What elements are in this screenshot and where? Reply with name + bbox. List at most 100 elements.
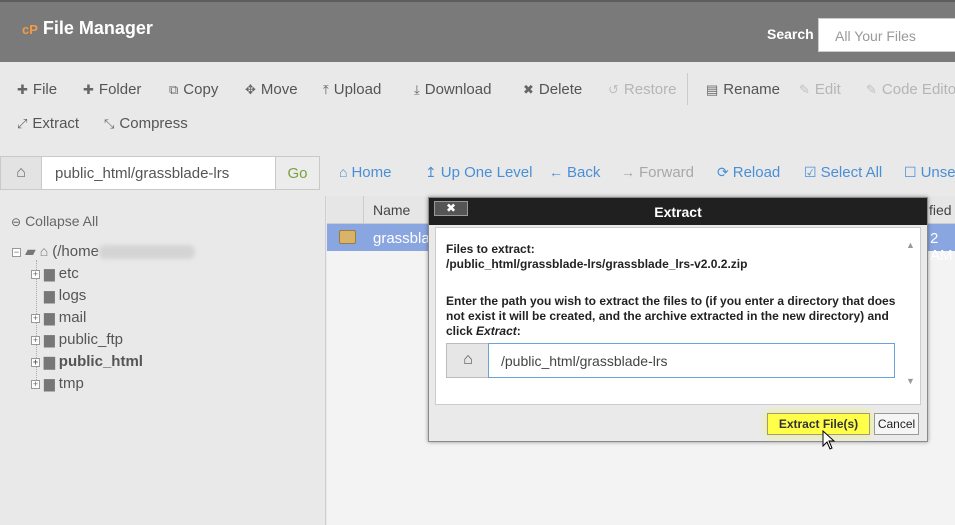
- toolbar-download-button[interactable]: ⤓ Download: [414, 81, 491, 98]
- expand-toggle-icon[interactable]: +: [31, 313, 40, 323]
- plus-icon: ✚: [17, 82, 28, 97]
- cancel-button[interactable]: Cancel: [874, 413, 919, 435]
- restore-icon: ↺: [608, 82, 619, 97]
- tree-item-public-ftp[interactable]: + ▆ public_ftp: [31, 331, 123, 348]
- toolbar-extract-button[interactable]: ⤢ Extract: [17, 115, 79, 132]
- tree-item-tmp[interactable]: + ▆ tmp: [31, 375, 84, 392]
- download-icon: ⤓: [414, 82, 420, 97]
- scroll-up-icon[interactable]: ▲: [906, 240, 915, 250]
- search-label: Search: [767, 26, 814, 42]
- collapse-all-label: Collapse All: [25, 213, 99, 229]
- plus-icon: ✚: [83, 82, 94, 97]
- tree-item-mail[interactable]: + ▆ mail: [31, 309, 86, 326]
- column-modified-header[interactable]: fied: [929, 202, 952, 218]
- toolbar-button-label: Extract: [32, 115, 80, 132]
- tree-item-label: logs: [58, 287, 87, 304]
- tree-item-etc[interactable]: + ▆ etc: [31, 265, 79, 282]
- dialog-body: Files to extract: /public_html/grassblad…: [435, 227, 921, 405]
- search-scope-select[interactable]: All Your Files: [818, 18, 955, 52]
- nav-home-button[interactable]: ⌂ Home: [339, 164, 391, 181]
- close-icon[interactable]: ✖: [434, 201, 468, 216]
- scroll-down-icon[interactable]: ▼: [906, 376, 915, 386]
- tree-item-label: tmp: [58, 375, 84, 392]
- expand-toggle-icon[interactable]: +: [31, 269, 40, 279]
- nav-up-one-level-button[interactable]: ↥ Up One Level: [425, 164, 532, 181]
- collapse-all-button[interactable]: ⊖ Collapse All: [11, 213, 98, 229]
- column-divider: [363, 196, 364, 224]
- toolbar-button-label: Folder: [98, 81, 142, 98]
- nav-forward-button[interactable]: → Forward: [621, 164, 694, 181]
- tree-root[interactable]: − ▰ ⌂ (/home: [12, 243, 195, 260]
- dialog-scrollbar[interactable]: ▲ ▼: [904, 230, 918, 402]
- toolbar-edit-button[interactable]: ✎ Edit: [799, 81, 841, 98]
- reload-icon: ⟳: [717, 164, 729, 180]
- tree-item-logs[interactable]: ▆ logs: [44, 287, 86, 304]
- file-name: grassbla: [373, 230, 430, 247]
- tree-item-label: public_html: [58, 353, 143, 370]
- nav-label: Unsel: [920, 164, 955, 181]
- collapse-toggle-icon[interactable]: −: [12, 247, 21, 257]
- pencil-icon: ✎: [799, 82, 810, 97]
- square-icon: ☐: [904, 164, 917, 180]
- toolbar-copy-button[interactable]: ⧉ Copy: [169, 81, 218, 98]
- extract-path-input[interactable]: /public_html/grassblade-lrs: [488, 343, 895, 378]
- app-logo[interactable]: cP File Manager: [22, 18, 153, 39]
- expand-toggle-icon[interactable]: +: [31, 379, 40, 389]
- toolbar-button-label: Edit: [814, 81, 841, 98]
- toolbar-button-label: Upload: [333, 81, 382, 98]
- toolbar-file-button[interactable]: ✚ File: [17, 81, 57, 98]
- files-to-extract-label: Files to extract:: [446, 242, 535, 256]
- path-input[interactable]: public_html/grassblade-lrs: [41, 156, 276, 190]
- toolbar-compress-button[interactable]: ⤡ Compress: [104, 115, 188, 132]
- toolbar-button-label: File: [32, 81, 58, 98]
- nav-label: Back: [567, 164, 601, 181]
- toolbar-restore-button[interactable]: ↺ Restore: [608, 81, 676, 98]
- column-name-header[interactable]: Name: [373, 202, 410, 218]
- folder-open-icon: ▰: [25, 243, 36, 259]
- extract-files-button[interactable]: Extract File(s): [767, 413, 870, 435]
- instructions-end: :: [516, 324, 521, 338]
- toolbar-code-edito-button[interactable]: ✎ Code Edito: [866, 81, 955, 98]
- arrow-left-icon: ←: [549, 164, 563, 180]
- toolbar: ✚ File ✚ Folder ⧉ Copy ✥ Move ⤒ Upload ⤓ Download ✖ D…: [0, 62, 955, 146]
- path-home-icon[interactable]: ⌂: [0, 156, 42, 190]
- delete-icon: ✖: [523, 82, 534, 97]
- toolbar-rename-button[interactable]: ▤ Rename: [706, 81, 780, 98]
- mouse-cursor-icon: [822, 430, 836, 450]
- home-icon: ⌂: [339, 164, 348, 180]
- toolbar-upload-button[interactable]: ⤒ Upload: [323, 81, 381, 98]
- path-bar: ⌂ public_html/grassblade-lrs Go ⌂ Home ↥ Up…: [0, 156, 955, 190]
- toolbar-button-label: Move: [260, 81, 298, 98]
- nav-label: Reload: [732, 164, 781, 181]
- level-up-icon: ↥: [425, 164, 437, 180]
- tree-item-label: mail: [58, 309, 87, 326]
- tree-item-public-html[interactable]: + ▆ public_html: [31, 353, 143, 370]
- cpanel-logo-icon: cP: [22, 22, 38, 37]
- nav-back-button[interactable]: ← Back: [549, 164, 600, 181]
- expand-toggle-icon[interactable]: +: [31, 357, 40, 367]
- toolbar-delete-button[interactable]: ✖ Delete: [523, 81, 582, 98]
- tree-item-label: etc: [58, 265, 79, 282]
- toolbar-button-label: Copy: [183, 81, 219, 98]
- go-button[interactable]: Go: [275, 156, 320, 190]
- nav-label: Select All: [820, 164, 883, 181]
- toolbar-button-label: Code Edito: [881, 81, 955, 98]
- tree-root-label: (/home: [52, 243, 99, 260]
- home-icon: ⌂: [446, 343, 490, 378]
- toolbar-divider: [687, 73, 688, 105]
- dialog-title: Extract: [429, 198, 927, 225]
- top-bar: cP File Manager Search All Your Files: [0, 0, 955, 62]
- nav-reload-button[interactable]: ⟳ Reload: [717, 164, 780, 181]
- nav-select-all-button[interactable]: ☑ Select All: [804, 164, 882, 181]
- folder-icon: ▆: [44, 331, 55, 347]
- folder-icon: ▆: [44, 353, 55, 369]
- nav-unsel-button[interactable]: ☐Unsel: [904, 164, 955, 181]
- toolbar-move-button[interactable]: ✥ Move: [245, 81, 298, 98]
- folder-icon: ▆: [44, 309, 55, 325]
- check-square-icon: ☑: [804, 164, 817, 180]
- expand-toggle-icon[interactable]: +: [31, 335, 40, 345]
- folder-icon: ▆: [44, 287, 55, 303]
- toolbar-button-label: Rename: [723, 81, 780, 98]
- copy-icon: ⧉: [169, 82, 179, 97]
- toolbar-folder-button[interactable]: ✚ Folder: [83, 81, 141, 98]
